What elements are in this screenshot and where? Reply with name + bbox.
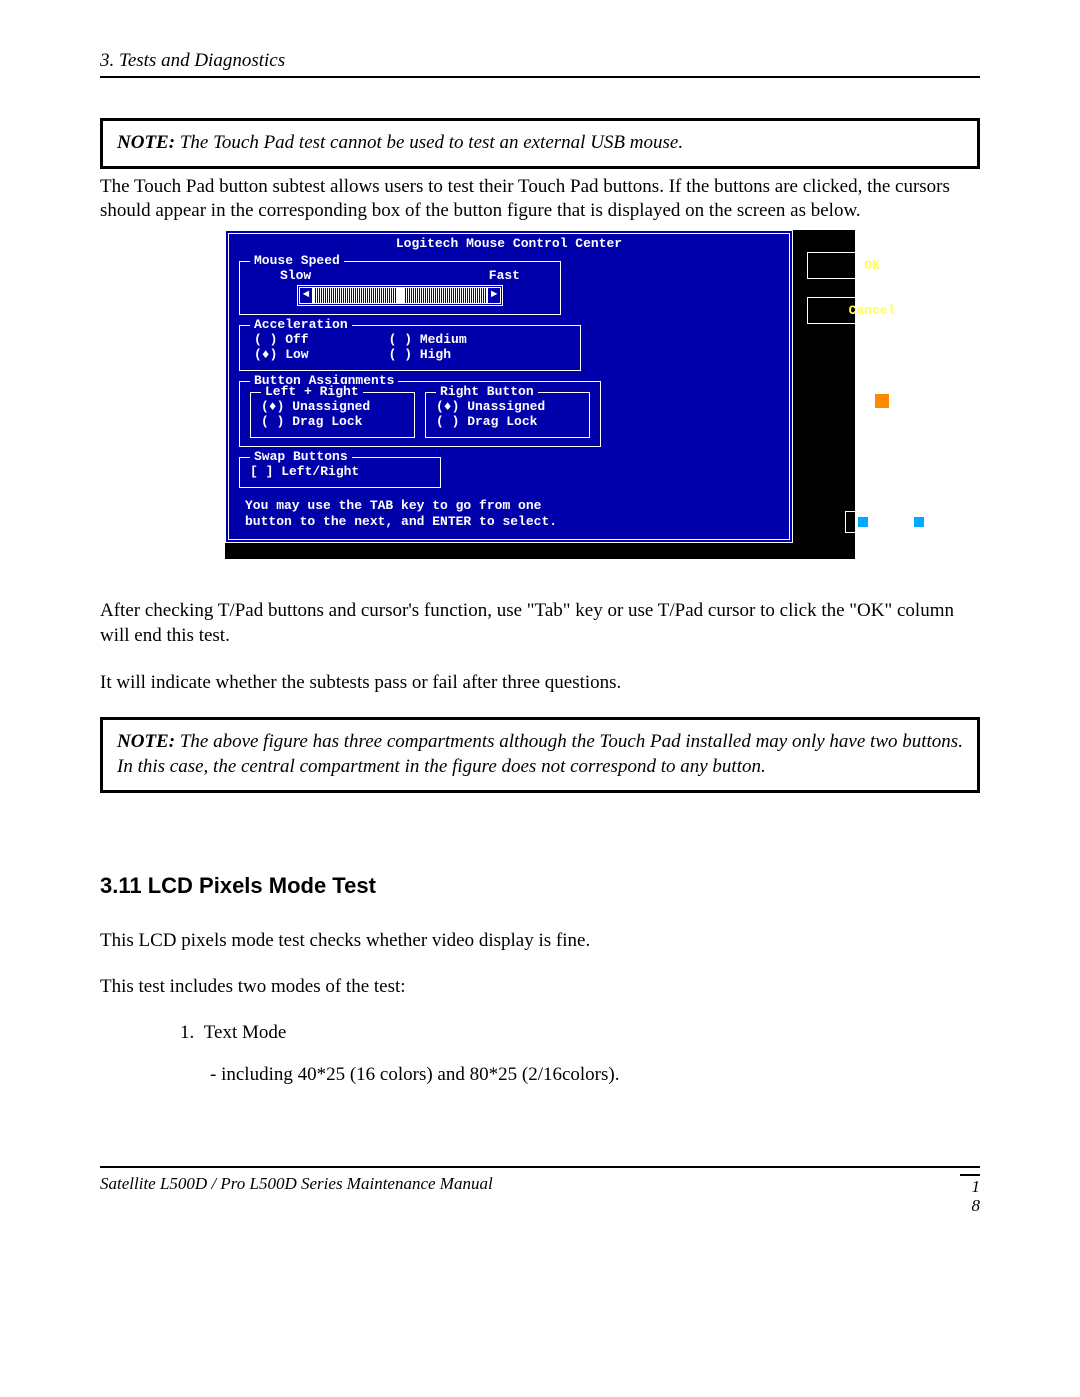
right-button-label: Right Button <box>436 384 538 399</box>
swap-buttons-label: Swap Buttons <box>250 449 352 464</box>
left-right-group: Left + Right (♦) Unassigned ( ) Drag Loc… <box>250 392 415 438</box>
slider-right-arrow-icon[interactable]: ► <box>486 288 500 303</box>
accel-medium-radio[interactable]: ( ) Medium <box>389 332 467 347</box>
accel-high-radio[interactable]: ( ) High <box>389 347 451 362</box>
acceleration-group: Acceleration ( ) Off ( ) Medium (♦) Low … <box>239 325 581 371</box>
left-unassigned-radio[interactable]: (♦) Unassigned <box>261 399 404 414</box>
swap-buttons-group: Swap Buttons [ ] Left/Right <box>239 457 441 488</box>
slider-left-arrow-icon[interactable]: ◄ <box>300 288 314 303</box>
footer-title: Satellite L500D / Pro L500D Series Maint… <box>100 1174 493 1194</box>
page-number-b: 8 <box>960 1197 980 1216</box>
hint-text: You may use the TAB key to go from one b… <box>239 498 779 529</box>
note-prefix: NOTE: <box>117 132 175 153</box>
speed-fast-label: Fast <box>489 268 520 283</box>
left-button-indicator <box>845 511 881 533</box>
note-text: The Touch Pad test cannot be used to tes… <box>175 132 683 153</box>
cancel-button[interactable]: Cancel <box>807 297 937 324</box>
cursor-demo-icon <box>875 394 889 408</box>
list-item-1: 1. Text Mode <box>180 1022 980 1044</box>
ok-button[interactable]: OK <box>807 252 937 279</box>
button-indicator-boxes <box>845 511 937 533</box>
acceleration-label: Acceleration <box>250 317 352 332</box>
speed-slow-label: Slow <box>280 268 311 283</box>
paragraph-5: This test includes two modes of the test… <box>100 975 980 1000</box>
list-number: 1. <box>180 1022 194 1043</box>
console-screenshot: Logitech Mouse Control Center OK Cancel … <box>225 230 855 559</box>
page-number-a: 1 <box>960 1178 980 1197</box>
swap-leftright-checkbox[interactable]: [ ] Left/Right <box>250 464 430 479</box>
paragraph-3: It will indicate whether the subtests pa… <box>100 671 980 696</box>
note-box-2: NOTE: The above figure has three compart… <box>100 717 980 792</box>
paragraph-1: The Touch Pad button subtest allows user… <box>100 175 980 224</box>
paragraph-4: This LCD pixels mode test checks whether… <box>100 929 980 954</box>
note-text-2: The above figure has three compartments … <box>117 731 963 777</box>
button-assignments-group: Button Assignments Left + Right (♦) Unas… <box>239 381 601 447</box>
page-footer: Satellite L500D / Pro L500D Series Maint… <box>100 1166 980 1215</box>
right-button-indicator <box>901 511 937 533</box>
mouse-speed-group: Mouse Speed Slow Fast ◄ ► <box>239 261 561 315</box>
slider-thumb[interactable] <box>397 288 405 303</box>
right-unassigned-radio[interactable]: (♦) Unassigned <box>436 399 579 414</box>
right-button-group: Right Button (♦) Unassigned ( ) Drag Loc… <box>425 392 590 438</box>
hint-line-2: button to the next, and ENTER to select. <box>245 514 779 530</box>
paragraph-2: After checking T/Pad buttons and cursor'… <box>100 599 980 648</box>
left-draglock-radio[interactable]: ( ) Drag Lock <box>261 414 404 429</box>
hint-line-1: You may use the TAB key to go from one <box>245 498 779 514</box>
mouse-speed-label: Mouse Speed <box>250 253 344 268</box>
list-text: Text Mode <box>204 1022 287 1043</box>
accel-off-radio[interactable]: ( ) Off <box>254 332 309 347</box>
accel-low-radio[interactable]: (♦) Low <box>254 347 309 362</box>
note-prefix-2: NOTE: <box>117 731 175 752</box>
speed-slider[interactable]: ◄ ► <box>297 285 503 306</box>
left-right-label: Left + Right <box>261 384 363 399</box>
page-number: 1 8 <box>960 1174 980 1215</box>
dialog-title: Logitech Mouse Control Center <box>390 236 628 251</box>
section-heading: 3.11 LCD Pixels Mode Test <box>100 873 980 899</box>
header-chapter: 3. Tests and Diagnostics <box>100 50 980 78</box>
note-box-1: NOTE: The Touch Pad test cannot be used … <box>100 118 980 169</box>
right-draglock-radio[interactable]: ( ) Drag Lock <box>436 414 579 429</box>
list-sub-1: - including 40*25 (16 colors) and 80*25 … <box>210 1064 980 1086</box>
